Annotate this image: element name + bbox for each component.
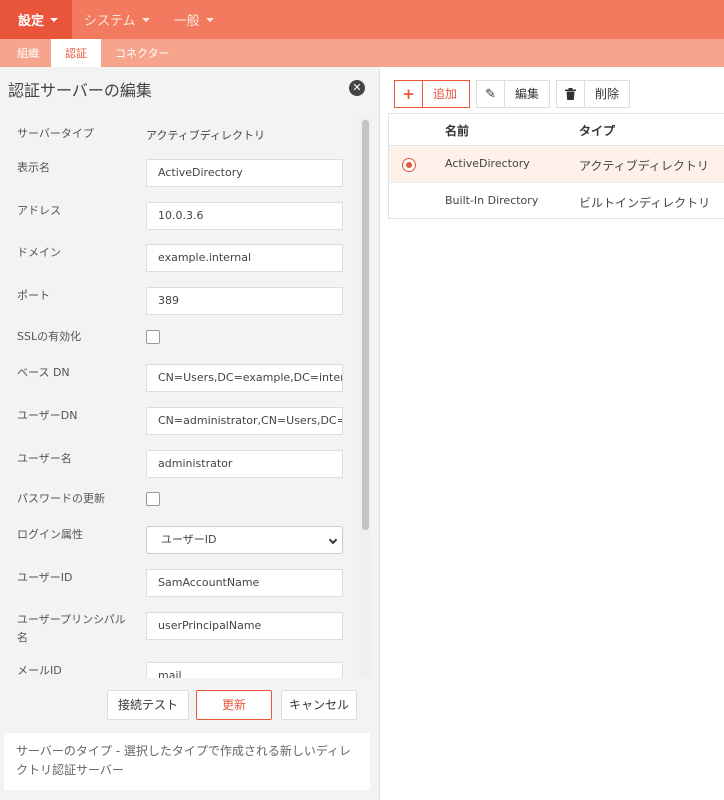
login-attr-value: ユーザーID [161,533,217,546]
update-button[interactable]: 更新 [196,690,272,720]
test-connection-button[interactable]: 接続テスト [107,690,189,720]
password-update-label: パスワードの更新 [17,492,105,505]
sub-nav: 組織 認証 コネクター [0,39,724,67]
upn-label: ユーザープリンシパル名 [17,613,126,644]
ssl-checkbox[interactable] [146,330,160,344]
edit-label: 編集 [515,87,540,101]
user-id-input[interactable]: SamAccountName [146,569,343,597]
panel-title: 認証サーバーの編集 [8,81,152,100]
top-nav: 設定 システム 一般 [0,0,724,39]
column-header-type[interactable]: タイプ [579,122,615,139]
scrollbar-thumb[interactable] [362,120,369,530]
form-area[interactable]: サーバータイプ アクティブディレクトリ 表示名 ActiveDirectory … [0,117,372,678]
delete-button[interactable]: 削除 [556,80,631,108]
plus-icon: + [395,81,423,107]
delete-label: 削除 [595,87,620,101]
user-id-label: ユーザーID [17,571,73,584]
menu-general[interactable]: 一般 [162,0,226,39]
ssl-label: SSLの有効化 [17,330,82,343]
upn-input[interactable]: userPrincipalName [146,612,343,640]
domain-label: ドメイン [17,246,61,259]
add-button[interactable]: + 追加 [394,80,471,108]
server-table: 名前 タイプ ActiveDirectory アクティブディレクトリ Built… [388,113,724,219]
port-label: ポート [17,289,50,302]
server-list-panel: + 追加 ✎ 編集 削除 名前 タイプ ActiveDirectory アクティ… [388,67,724,800]
mail-id-input[interactable]: mail [146,662,343,678]
base-dn-input[interactable]: CN=Users,DC=example,DC=interna [146,364,343,392]
table-header: 名前 タイプ [389,114,724,146]
address-input[interactable]: 10.0.3.6 [146,202,343,230]
tab-connector[interactable]: コネクター [101,39,184,67]
caret-down-icon [50,17,59,22]
menu-settings[interactable]: 設定 [0,0,73,39]
add-label: 追加 [433,87,458,101]
trash-icon [557,81,586,107]
table-row[interactable]: ActiveDirectory アクティブディレクトリ [389,146,724,183]
chevron-down-icon [328,535,338,545]
cancel-button[interactable]: キャンセル [281,690,357,720]
tab-authentication[interactable]: 認証 [51,39,101,67]
user-dn-input[interactable]: CN=administrator,CN=Users,DC=ex [146,407,343,435]
port-input[interactable]: 389 [146,287,343,315]
username-input[interactable]: administrator [146,450,343,478]
password-update-checkbox[interactable] [146,492,160,506]
caret-down-icon [205,17,214,22]
help-text: サーバーのタイプ - 選択したタイプで作成される新しいディレクトリ認証サーバー [4,733,370,790]
row-type: アクティブディレクトリ [579,159,709,173]
username-label: ユーザー名 [17,452,72,465]
display-name-label: 表示名 [17,161,50,174]
domain-input[interactable]: example.internal [146,244,343,272]
row-radio-selected[interactable] [402,158,416,172]
login-attr-select[interactable]: ユーザーID [146,526,343,554]
server-type-label: サーバータイプ [17,127,94,140]
tab-organization[interactable]: 組織 [0,39,51,67]
menu-general-label: 一般 [173,14,200,29]
row-name: Built-In Directory [445,194,539,207]
row-type: ビルトインディレクトリ [579,196,711,210]
toolbar: + 追加 ✎ 編集 削除 [394,80,636,108]
address-label: アドレス [17,204,61,217]
user-dn-label: ユーザーDN [17,409,78,422]
login-attr-label: ログイン属性 [17,528,83,541]
mail-id-label: メールID [17,664,62,677]
menu-system-label: システム [84,14,136,29]
menu-settings-label: 設定 [18,14,45,29]
column-header-name[interactable]: 名前 [445,122,469,139]
base-dn-label: ベース DN [17,366,70,379]
menu-system[interactable]: システム [72,0,162,39]
close-icon[interactable]: ✕ [349,80,365,96]
caret-down-icon [141,17,150,22]
table-row[interactable]: Built-In Directory ビルトインディレクトリ [389,183,724,220]
edit-button[interactable]: ✎ 編集 [476,80,551,108]
row-name: ActiveDirectory [445,157,530,170]
server-type-value: アクティブディレクトリ [146,129,266,142]
pencil-icon: ✎ [477,81,506,107]
display-name-input[interactable]: ActiveDirectory [146,159,343,187]
